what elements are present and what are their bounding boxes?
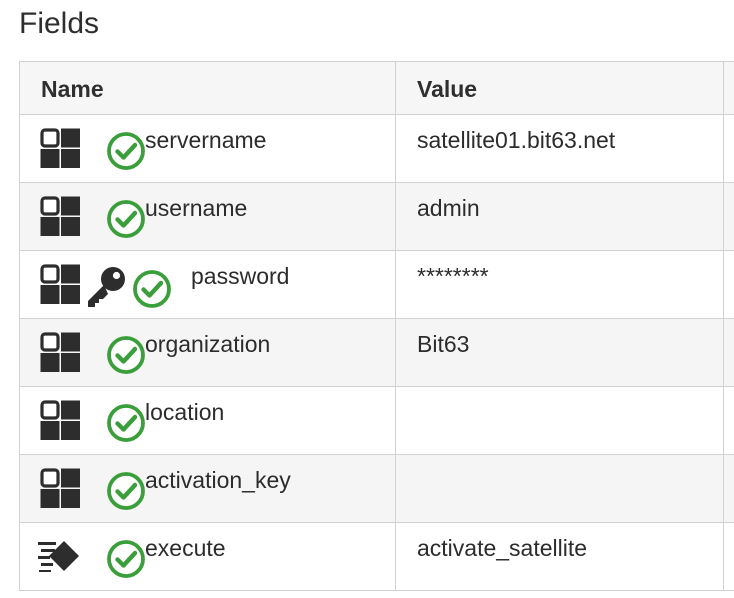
check-circle-icon xyxy=(106,539,146,579)
field-value: activate_satellite xyxy=(417,535,588,561)
table-row[interactable]: username admin xyxy=(19,182,734,251)
field-name[interactable]: username xyxy=(145,195,247,222)
field-grid-icon xyxy=(40,264,80,304)
table-row[interactable]: execute activate_satellite xyxy=(19,522,734,591)
field-grid-icon xyxy=(40,468,80,508)
column-header-name[interactable]: Name xyxy=(19,61,396,115)
table-row[interactable]: location xyxy=(19,386,734,455)
field-value: ******** xyxy=(417,263,489,289)
column-header-value-label: Value xyxy=(417,76,478,102)
table-row[interactable]: organization Bit63 xyxy=(19,318,734,387)
row-extra-cell xyxy=(723,114,734,183)
table-row[interactable]: servername satellite01.bit63.net xyxy=(19,114,734,183)
field-value: satellite01.bit63.net xyxy=(417,127,616,153)
row-extra-cell xyxy=(723,250,734,319)
check-circle-icon xyxy=(106,471,146,511)
field-name[interactable]: activation_key xyxy=(145,467,291,494)
row-extra-cell xyxy=(723,454,734,523)
check-circle-icon xyxy=(106,131,146,171)
field-name[interactable]: servername xyxy=(145,127,266,154)
column-header-value[interactable]: Value xyxy=(395,61,724,115)
check-circle-icon xyxy=(106,199,146,239)
page: Fields Name Value servername satellite01… xyxy=(0,0,734,598)
field-name[interactable]: password xyxy=(191,263,289,290)
table-row[interactable]: password ******** xyxy=(19,250,734,319)
section-title: Fields xyxy=(19,7,100,40)
check-circle-icon xyxy=(106,403,146,443)
table-header-row: Name Value xyxy=(19,61,734,115)
field-grid-icon xyxy=(40,196,80,236)
field-value: Bit63 xyxy=(417,331,470,357)
execute-icon xyxy=(38,539,82,573)
key-icon xyxy=(84,265,128,309)
row-extra-cell xyxy=(723,386,734,455)
field-grid-icon xyxy=(40,400,80,440)
field-value: admin xyxy=(417,195,480,221)
field-grid-icon xyxy=(40,128,80,168)
row-extra-cell xyxy=(723,318,734,387)
column-header-name-label: Name xyxy=(41,76,104,102)
field-name[interactable]: location xyxy=(145,399,224,426)
row-extra-cell xyxy=(723,522,734,591)
check-circle-icon xyxy=(106,335,146,375)
field-name[interactable]: organization xyxy=(145,331,270,358)
check-circle-icon xyxy=(132,269,172,309)
row-extra-cell xyxy=(723,182,734,251)
field-grid-icon xyxy=(40,332,80,372)
field-name[interactable]: execute xyxy=(145,535,226,562)
column-header-extra xyxy=(723,61,734,115)
table-row[interactable]: activation_key xyxy=(19,454,734,523)
fields-table: Name Value servername satellite01.bit63.… xyxy=(19,61,734,591)
